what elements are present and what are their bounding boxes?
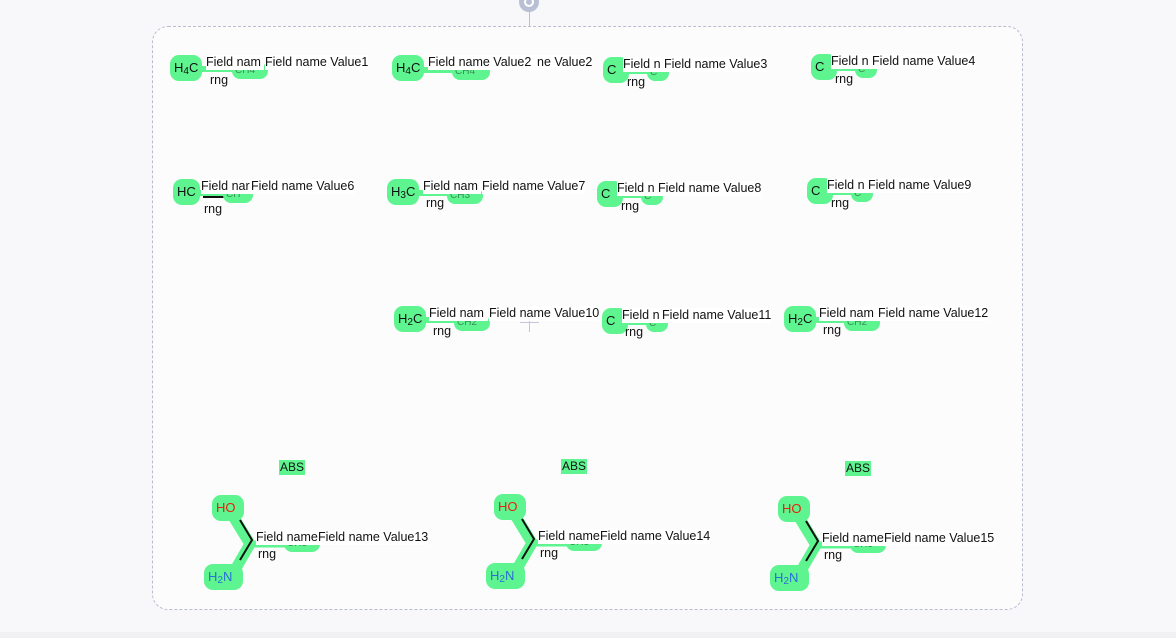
hydroxyl-atom: HO (494, 494, 526, 520)
rng-label: rng (433, 324, 452, 338)
field-value-label: ne Value2 (537, 55, 593, 70)
field-value-label: Field name Value13 (318, 530, 429, 545)
field-name-label: Field n (617, 181, 658, 196)
field-value-label: Field name Value6 (251, 179, 355, 194)
rotation-handle-line (529, 10, 530, 26)
abs-badge: ABS (845, 461, 872, 476)
field-name-label: Field name (538, 529, 600, 544)
rng-label: rng (824, 548, 843, 562)
atom-label: H4C (170, 55, 203, 81)
hydroxyl-atom: HO (778, 496, 810, 522)
field-value-label: Field name Value4 (872, 54, 976, 69)
rng-label: rng (831, 196, 850, 210)
field-name-label: Field nam (206, 55, 264, 70)
rng-label: rng (621, 199, 640, 213)
amine-atom: H2N (486, 563, 525, 589)
field-name-label: Field name Value2 (428, 55, 538, 70)
field-name-label: Field nam (429, 306, 488, 321)
field-value-label: Field name Value11 (662, 308, 772, 323)
rotation-handle-icon[interactable] (519, 0, 539, 12)
field-name-label: Field n (827, 178, 868, 193)
rng-label: rng (627, 75, 646, 89)
triple-bond-line (203, 196, 225, 198)
rng-label: rng (540, 546, 559, 560)
field-value-label: Field name Value10 (489, 306, 600, 321)
field-name-label: Field name (256, 530, 318, 545)
field-value-label: Field name Value12 (878, 306, 989, 321)
field-value-label: Field name Value9 (868, 178, 972, 193)
rng-label: rng (823, 323, 842, 337)
page-footer-strip (0, 632, 1176, 638)
field-value-label: Field name Value3 (664, 57, 768, 72)
atom-label: HC (173, 179, 200, 205)
atom-label: H2C (784, 306, 817, 332)
hydroxyl-atom: HO (212, 495, 244, 521)
field-value-label: Field name Value15 (884, 531, 995, 546)
rng-label: rng (625, 325, 644, 339)
field-name-label: Field nam (423, 179, 481, 194)
rng-label: rng (204, 202, 223, 216)
field-value-label: Field name Value14 (600, 529, 711, 544)
field-name-label: Field nar (201, 179, 251, 194)
field-value-label: Field name Value7 (482, 179, 586, 194)
field-name-label: Field name (822, 531, 884, 546)
abs-badge: ABS (279, 460, 306, 475)
atom-label: H3C (387, 179, 420, 205)
field-name-label: Field n (623, 57, 664, 72)
field-name-label: Field n (622, 308, 663, 323)
abs-badge: ABS (561, 459, 588, 474)
field-name-label: Field n (831, 54, 872, 69)
atom-label: H2C (394, 306, 427, 332)
atom-label: H4C (392, 55, 425, 81)
field-value-label: Field name Value8 (658, 181, 762, 196)
rng-label: rng (835, 72, 854, 86)
amine-atom: H2N (204, 564, 243, 590)
rng-label: rng (426, 196, 445, 210)
amine-atom: H2N (770, 565, 809, 591)
field-name-label: Field nam (819, 306, 878, 321)
rng-label: rng (258, 547, 277, 561)
field-value-label: Field name Value1 (265, 55, 369, 70)
rng-label: rng (210, 73, 229, 87)
